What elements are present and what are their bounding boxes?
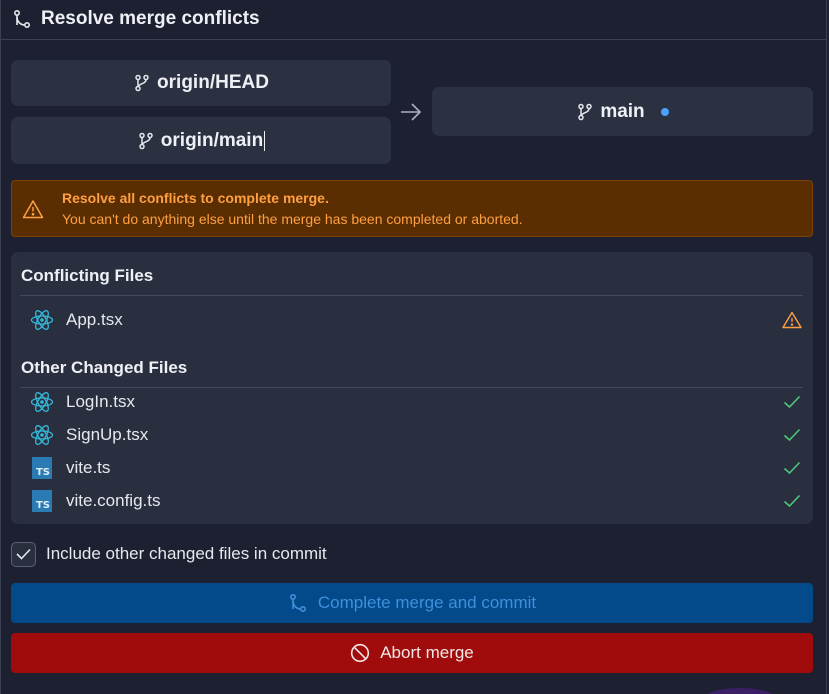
source-branch-origin-main[interactable]: origin/main <box>11 117 391 164</box>
right-border <box>826 0 827 694</box>
branch-name: origin/main <box>160 129 264 151</box>
button-label: Abort merge <box>380 643 474 662</box>
ban-icon <box>350 643 370 663</box>
panel-header: Resolve merge conflicts <box>12 0 260 38</box>
react-icon <box>30 390 54 414</box>
file-name: vite.config.ts <box>66 491 161 510</box>
check-icon <box>781 457 803 479</box>
include-changed-files-checkbox[interactable] <box>11 541 36 567</box>
check-icon <box>781 424 803 446</box>
check-icon <box>781 391 803 413</box>
file-row-vite-ts[interactable]: TS vite.ts <box>30 453 803 483</box>
include-changed-files-option[interactable]: Include other changed files in commit <box>11 540 327 568</box>
warning-icon <box>781 309 803 331</box>
checkbox-label: Include other changed files in commit <box>46 544 327 563</box>
file-name: SignUp.tsx <box>66 425 149 444</box>
file-name: vite.ts <box>66 458 111 477</box>
abort-merge-button[interactable]: Abort merge <box>11 633 813 673</box>
arrow-right-icon <box>399 101 423 123</box>
git-branch-icon <box>137 132 155 150</box>
left-border <box>0 0 1 694</box>
header-divider <box>0 39 826 40</box>
typescript-icon: TS <box>30 456 54 480</box>
corner-glow <box>705 688 775 694</box>
git-merge-icon <box>288 593 308 613</box>
source-branch-origin-head[interactable]: origin/HEAD <box>11 60 391 106</box>
alert-title: Resolve all conflicts to complete merge. <box>62 190 329 206</box>
typescript-icon: TS <box>30 489 54 513</box>
branch-name: origin/HEAD <box>157 72 269 93</box>
branch-status-dot <box>660 107 669 116</box>
merge-warning-alert: Resolve all conflicts to complete merge.… <box>11 180 813 237</box>
warning-icon <box>22 199 44 219</box>
check-icon <box>16 548 31 560</box>
conflicting-files-heading: Conflicting Files <box>21 266 154 285</box>
complete-merge-button[interactable]: Complete merge and commit <box>11 583 813 623</box>
file-row-signup-tsx[interactable]: SignUp.tsx <box>30 420 803 450</box>
page-title: Resolve merge conflicts <box>41 8 260 29</box>
target-branch-main[interactable]: main <box>432 87 813 136</box>
button-label: Complete merge and commit <box>317 593 537 612</box>
git-branch-icon <box>133 74 151 92</box>
git-branch-icon <box>576 103 594 121</box>
file-row-login-tsx[interactable]: LogIn.tsx <box>30 387 803 417</box>
file-row-vite-config-ts[interactable]: TS vite.config.ts <box>30 486 803 516</box>
file-row-app-tsx[interactable]: App.tsx <box>30 305 803 335</box>
section-divider <box>20 295 803 296</box>
file-name: LogIn.tsx <box>66 392 135 411</box>
other-files-heading: Other Changed Files <box>21 358 188 377</box>
react-icon <box>30 423 54 447</box>
files-panel: Conflicting Files App.tsx Other Changed … <box>11 252 813 524</box>
check-icon <box>781 490 803 512</box>
file-name: App.tsx <box>66 310 123 329</box>
git-merge-icon <box>12 9 32 29</box>
branch-name: main <box>600 100 645 122</box>
react-icon <box>30 308 54 332</box>
alert-message: You can't do anything else until the mer… <box>62 211 523 227</box>
text-cursor <box>264 130 266 151</box>
